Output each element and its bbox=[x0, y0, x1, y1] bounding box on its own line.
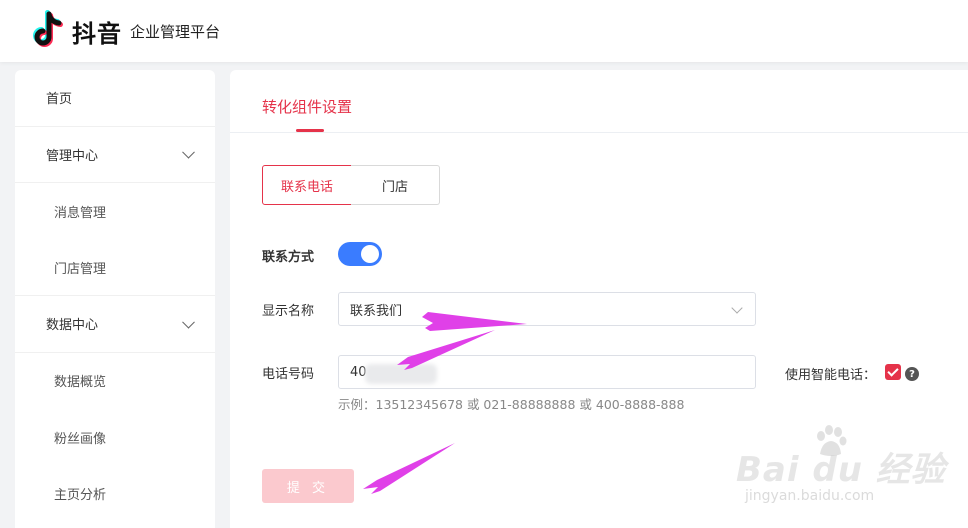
sidebar-item-data-overview[interactable]: 数据概览 bbox=[15, 353, 215, 410]
baidu-paw-icon bbox=[817, 425, 847, 456]
sidebar-item-homepage-analysis[interactable]: 主页分析 bbox=[15, 466, 215, 523]
contact-method-toggle[interactable] bbox=[338, 242, 382, 266]
sidebar-item-label: 数据中心 bbox=[46, 318, 99, 334]
contact-method-label: 联系方式 bbox=[262, 250, 315, 265]
toggle-knob bbox=[361, 245, 379, 263]
phone-hint: 示例：13512345678 或 021-88888888 或 400-8888… bbox=[338, 397, 685, 412]
watermark-url: jingyan.baidu.com bbox=[745, 488, 875, 504]
display-name-label: 显示名称 bbox=[262, 304, 315, 319]
smart-phone-checkbox[interactable] bbox=[885, 364, 901, 380]
sidebar-item-label: 主页分析 bbox=[54, 488, 107, 504]
top-bar: 抖音 企业管理平台 bbox=[0, 0, 968, 62]
chevron-down-icon bbox=[182, 315, 195, 329]
sidebar-item-management-center[interactable]: 管理中心 bbox=[15, 127, 215, 183]
sidebar-item-label: 消息管理 bbox=[54, 205, 107, 221]
phone-number-input[interactable]: 40 bbox=[338, 355, 756, 389]
tab-conversion-settings[interactable]: 转化组件设置 bbox=[262, 96, 352, 117]
phone-number-label: 电话号码 bbox=[262, 367, 315, 382]
segment-store[interactable]: 门店 bbox=[351, 165, 440, 205]
smart-phone-label: 使用智能电话： bbox=[785, 368, 877, 383]
display-name-select[interactable]: 联系我们 bbox=[338, 292, 756, 326]
display-name-value: 联系我们 bbox=[350, 303, 403, 319]
sidebar-item-message-management[interactable]: 消息管理 bbox=[15, 183, 215, 240]
sidebar-item-label: 首页 bbox=[46, 92, 73, 108]
segment-contact-phone[interactable]: 联系电话 bbox=[262, 165, 352, 205]
chevron-down-icon bbox=[182, 146, 195, 159]
sidebar-item-label: 门店管理 bbox=[54, 261, 107, 277]
sidebar-item-label: 数据概览 bbox=[54, 375, 107, 391]
douyin-logo-icon[interactable] bbox=[30, 10, 66, 50]
sidebar-item-data-center[interactable]: 数据中心 bbox=[15, 296, 215, 353]
submit-button[interactable]: 提 交 bbox=[262, 469, 354, 503]
help-icon[interactable]: ? bbox=[905, 367, 919, 381]
brand-name: 抖音 bbox=[72, 20, 122, 48]
redaction-blur bbox=[365, 364, 437, 384]
sidebar-item-label: 粉丝画像 bbox=[54, 431, 107, 447]
sidebar-item-home[interactable]: 首页 bbox=[15, 70, 215, 127]
sidebar-item-label: 管理中心 bbox=[46, 148, 99, 164]
sidebar: 首页 管理中心 消息管理 门店管理 数据中心 数据概览 粉丝画像 主页分析 bbox=[15, 70, 215, 528]
chevron-down-icon bbox=[731, 302, 743, 314]
sidebar-item-store-management[interactable]: 门店管理 bbox=[15, 240, 215, 296]
platform-title: 企业管理平台 bbox=[130, 23, 221, 41]
tab-divider bbox=[230, 132, 968, 133]
sidebar-item-fan-profile[interactable]: 粉丝画像 bbox=[15, 409, 215, 466]
